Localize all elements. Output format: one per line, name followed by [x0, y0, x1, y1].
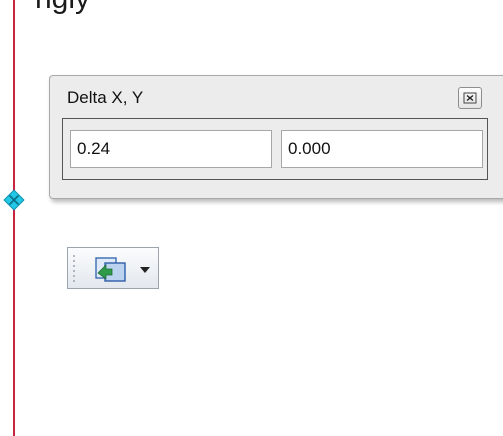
panel-title: Delta X, Y [67, 88, 144, 107]
grip-handle[interactable] [72, 254, 76, 284]
background-text: ngly [35, 0, 90, 16]
vertical-guide-line [13, 0, 15, 436]
tool-icon [95, 257, 126, 282]
input-group: 0.24 0.000 [62, 118, 488, 180]
delta-y-field[interactable]: 0.000 [281, 130, 483, 168]
tool-dropdown-button[interactable] [67, 247, 159, 289]
close-button[interactable] [458, 87, 482, 109]
close-icon [463, 92, 477, 104]
chevron-down-icon [140, 267, 150, 273]
delta-x-field[interactable]: 0.24 [70, 130, 272, 168]
snap-point-icon[interactable] [2, 188, 26, 212]
delta-xy-panel: Delta X, Y 0.24 0.000 [49, 75, 503, 199]
